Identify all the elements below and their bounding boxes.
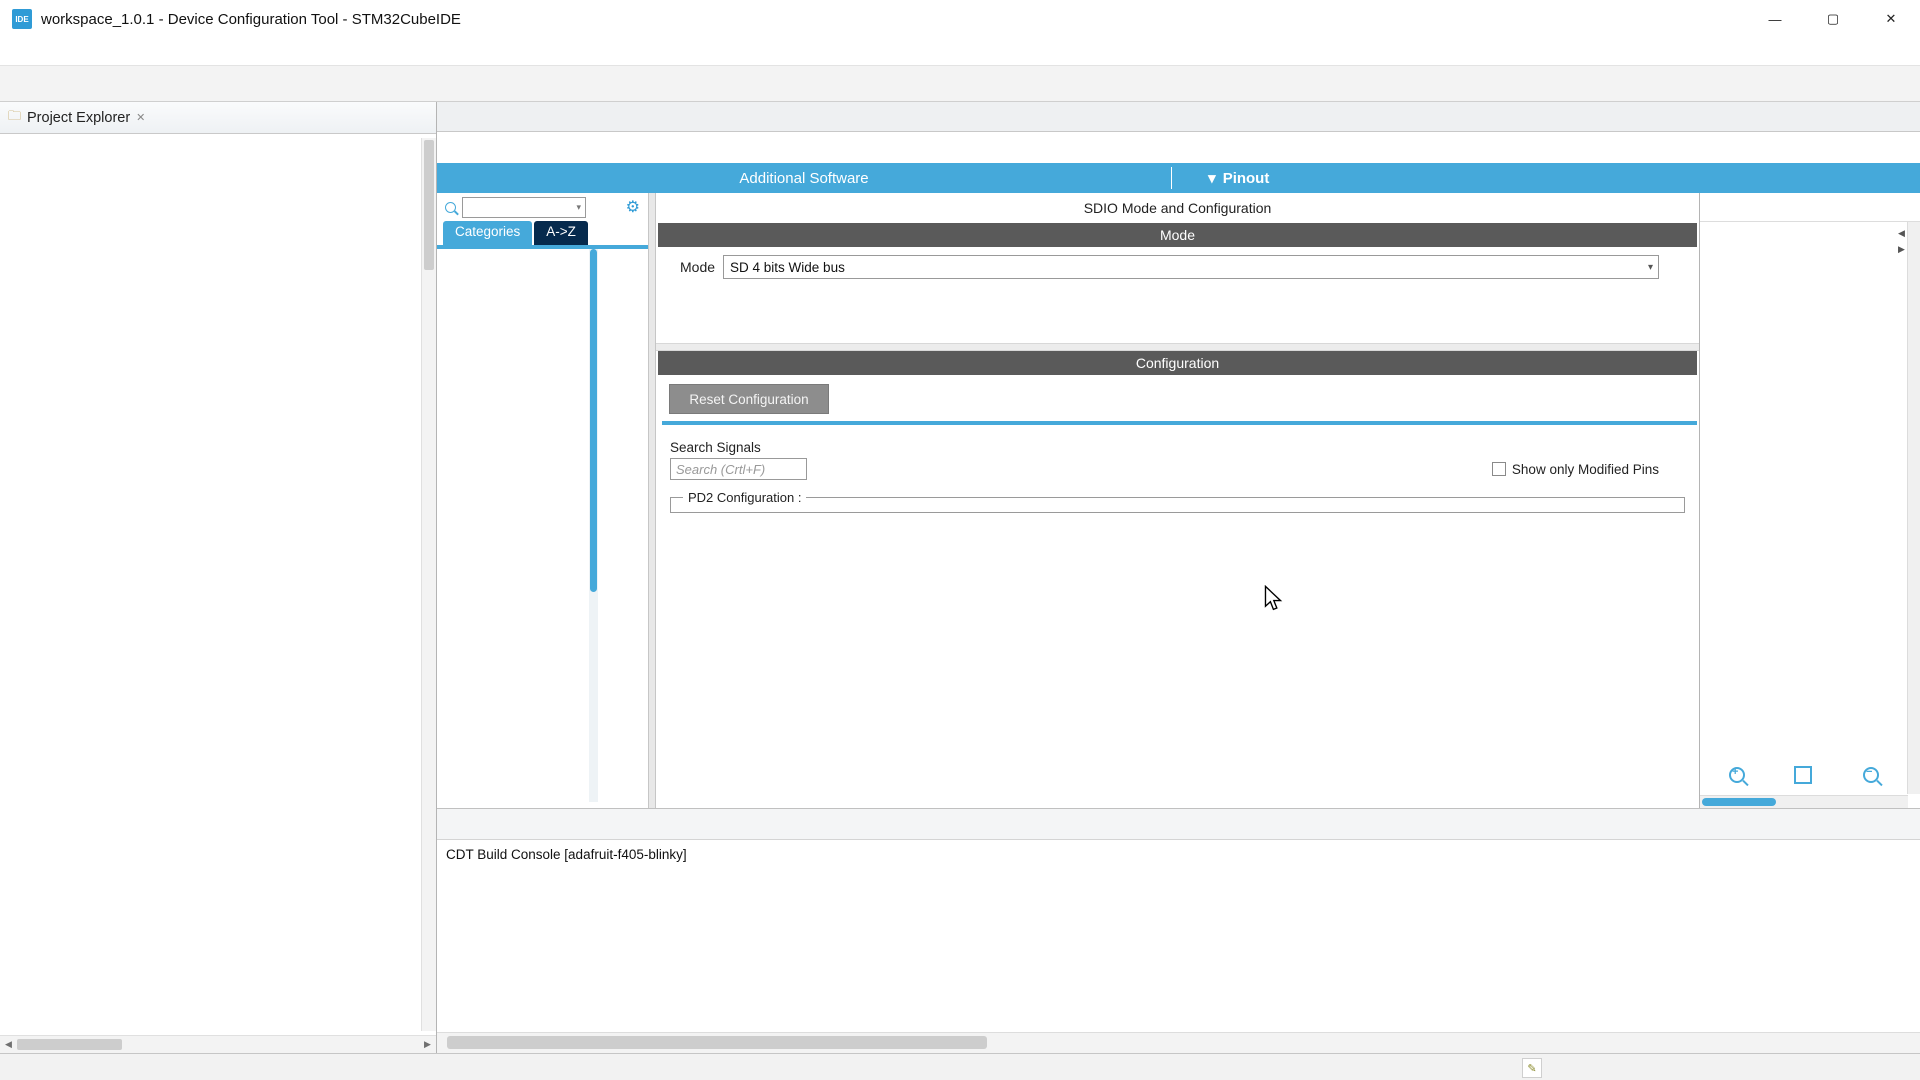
mode-label: Mode <box>680 259 715 275</box>
pd2-configuration-group: PD2 Configuration : <box>670 497 1685 513</box>
project-tree <box>0 134 436 1053</box>
gear-icon[interactable]: ⚙ <box>626 197 640 217</box>
close-button[interactable]: ✕ <box>1862 0 1920 38</box>
project-explorer-header: 🗀 Project Explorer ✕ <box>0 102 436 134</box>
peripherals-panel: ▾ ⚙ Categories A->Z <box>437 193 648 808</box>
project-explorer-tab[interactable]: 🗀 Project Explorer ✕ <box>8 107 153 129</box>
search-signals-label: Search Signals <box>670 440 1699 455</box>
ioc-nav-tabs <box>437 132 1920 163</box>
sdio-panel-title: SDIO Mode and Configuration <box>656 193 1699 223</box>
project-explorer-panel: 🗀 Project Explorer ✕ ◀ ▶ <box>0 102 437 1053</box>
pinout-view-panel: ◀ ▶ + − <box>1700 193 1920 808</box>
peripheral-list <box>437 249 648 808</box>
pd2-configuration-legend: PD2 Configuration : <box>683 490 806 505</box>
pinout-canvas: ◀ ▶ + − <box>1700 222 1920 808</box>
window-title: workspace_1.0.1 - Device Configuration T… <box>41 11 1746 28</box>
scroll-left-icon[interactable]: ◀ <box>0 1039 17 1050</box>
search-signals-input[interactable] <box>670 458 807 480</box>
ioc-editor: Additional Software ▾ Pinout ▾ ⚙ <box>437 132 1920 808</box>
sdio-config-panel: SDIO Mode and Configuration Mode Mode SD… <box>656 193 1700 808</box>
maximize-button[interactable]: ▢ <box>1804 0 1862 38</box>
main-toolbar <box>0 65 1920 102</box>
status-icon: ✎ <box>1522 1058 1542 1078</box>
minimize-button[interactable]: — <box>1746 0 1804 38</box>
explorer-vertical-scrollbar[interactable] <box>421 138 436 1031</box>
scroll-left-icon[interactable]: ◀ <box>1898 228 1905 239</box>
zoom-out-button[interactable]: − <box>1860 764 1882 786</box>
chevron-down-icon: ▾ <box>1648 262 1653 273</box>
peripheral-list-scrollbar[interactable] <box>589 249 598 802</box>
additional-software-button[interactable]: Additional Software <box>437 170 1171 187</box>
editor-area: Additional Software ▾ Pinout ▾ ⚙ <box>437 102 1920 1053</box>
stm32cubeide-window: IDE workspace_1.0.1 - Device Configurati… <box>0 0 1920 1080</box>
scroll-right-icon[interactable]: ▶ <box>419 1039 436 1050</box>
search-icon <box>445 202 456 213</box>
console-view: CDT Build Console [adafruit-f405-blinky] <box>437 808 1920 1032</box>
configuration-section-bar: Configuration <box>658 351 1697 375</box>
status-bar: ✎ <box>0 1053 1920 1080</box>
show-modified-pins-option[interactable]: Show only Modified Pins <box>1492 462 1659 477</box>
editor-horizontal-scrollbar[interactable] <box>437 1032 1920 1053</box>
project-explorer-title: Project Explorer <box>27 110 130 126</box>
scroll-right-icon[interactable]: ▶ <box>1898 244 1905 255</box>
console-title: CDT Build Console [adafruit-f405-blinky] <box>446 847 1920 862</box>
mouse-cursor <box>1262 585 1284 611</box>
menu-bar <box>0 38 1920 65</box>
show-modified-checkbox[interactable] <box>1492 462 1506 476</box>
editor-tab-bar <box>437 102 1920 132</box>
zoom-in-button[interactable]: + <box>1726 764 1748 786</box>
chevron-down-icon: ▾ <box>1208 169 1216 187</box>
ioc-sub-bar: Additional Software ▾ Pinout <box>437 163 1920 193</box>
pinout-vertical-scrollbar[interactable] <box>1907 222 1920 794</box>
panel-sash[interactable] <box>648 193 656 808</box>
mode-section-bar: Mode <box>658 223 1697 247</box>
mode-select[interactable]: SD 4 bits Wide bus ▾ <box>723 255 1659 279</box>
explorer-horizontal-scrollbar[interactable]: ◀ ▶ <box>0 1035 436 1053</box>
project-explorer-icon: 🗀 <box>8 107 21 129</box>
title-bar: IDE workspace_1.0.1 - Device Configurati… <box>0 0 1920 38</box>
tab-categories[interactable]: Categories <box>443 221 532 245</box>
tab-a-to-z[interactable]: A->Z <box>534 221 588 245</box>
app-icon: IDE <box>12 9 32 29</box>
best-fit-button[interactable] <box>1792 764 1814 786</box>
pinout-horizontal-scrollbar[interactable] <box>1700 795 1908 808</box>
pinout-menu-button[interactable]: ▾ Pinout <box>1208 169 1269 187</box>
close-view-icon[interactable]: ✕ <box>136 111 145 124</box>
peripheral-search-combo[interactable]: ▾ <box>462 197 586 218</box>
reset-configuration-button[interactable]: Reset Configuration <box>669 384 829 414</box>
